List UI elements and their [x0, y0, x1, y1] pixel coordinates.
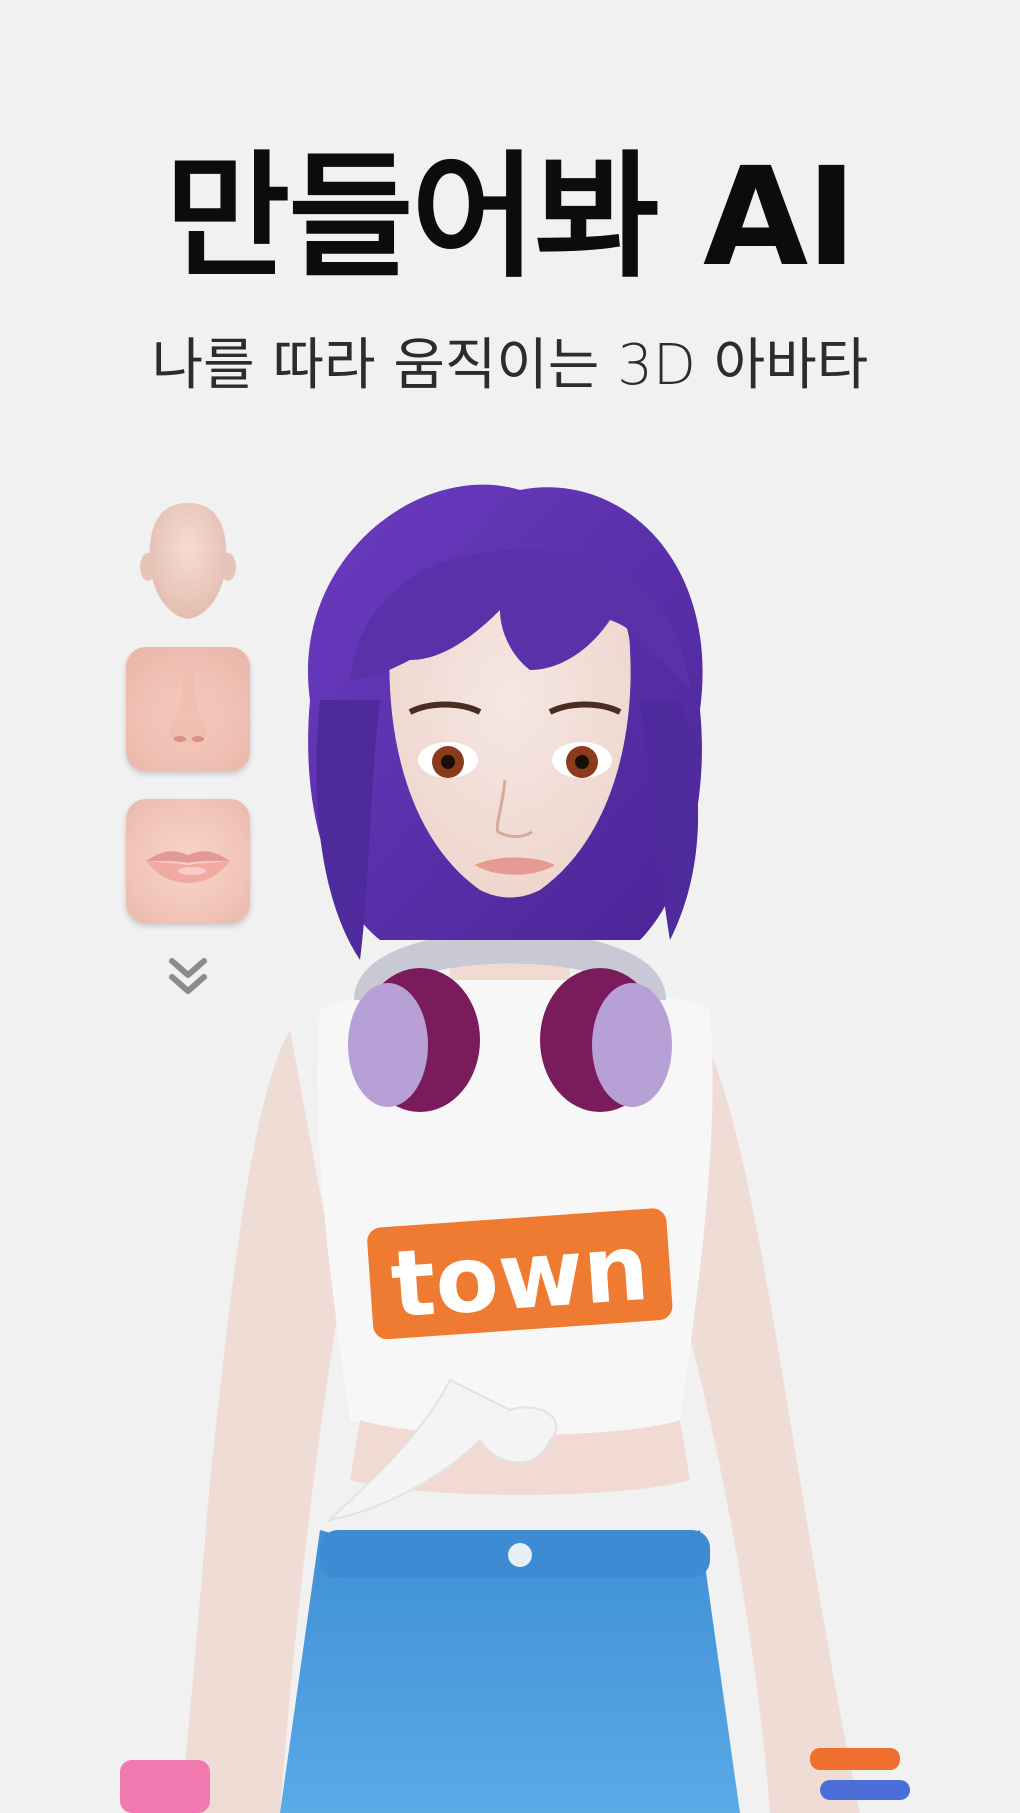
- shirt-logo-text: town: [388, 1214, 653, 1339]
- right-wristband-2: [820, 1780, 910, 1800]
- avatar-3d-preview[interactable]: town: [120, 480, 940, 1813]
- jeans-button: [508, 1543, 532, 1567]
- right-wristband: [810, 1748, 900, 1770]
- shirt-logo: town: [367, 1208, 673, 1340]
- page-title: 만들어봐 AI: [165, 139, 857, 297]
- left-wristband: [120, 1760, 210, 1813]
- page-subtitle: 나를 따라 움직이는 3D 아바타: [151, 333, 869, 398]
